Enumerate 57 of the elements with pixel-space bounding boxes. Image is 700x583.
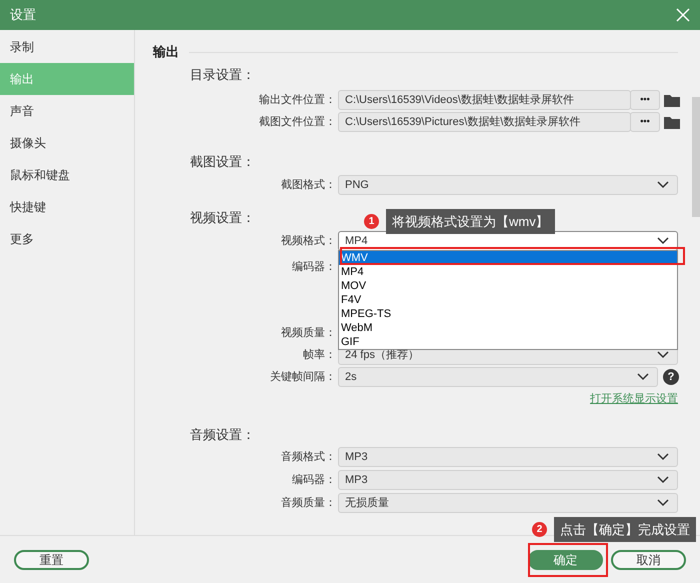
dropdown-option[interactable]: MP4 xyxy=(339,265,677,279)
field-label: 音频格式： xyxy=(280,450,337,465)
path-field[interactable]: C:\Users\16539\Pictures\数据蛙\数据蛙录屏软件 xyxy=(338,112,631,132)
sidebar-item[interactable]: 声音 xyxy=(0,95,134,127)
browse-button[interactable]: ••• xyxy=(630,112,660,132)
group-title: 音频设置： xyxy=(190,426,255,444)
dropdown-field[interactable]: MP3 xyxy=(338,470,678,490)
chevron-down-icon xyxy=(657,476,669,484)
chevron-down-icon xyxy=(637,373,649,381)
chevron-down-icon xyxy=(657,499,669,507)
group-title: 截图设置： xyxy=(190,153,255,172)
footer-button[interactable]: 取消 xyxy=(611,550,686,570)
help-button[interactable]: ? xyxy=(663,369,679,385)
browse-button[interactable]: ••• xyxy=(630,90,660,110)
window-title: 设置 xyxy=(10,6,36,24)
settings-link[interactable]: 打开系统显示设置 xyxy=(590,390,678,408)
field-label: 截图格式： xyxy=(280,178,337,193)
close-icon[interactable] xyxy=(676,8,690,22)
path-field[interactable]: C:\Users\16539\Videos\数据蛙\数据蛙录屏软件 xyxy=(338,90,631,110)
step-badge: 2 xyxy=(532,522,547,537)
dropdown-option[interactable]: F4V xyxy=(339,293,677,307)
step-badge: 1 xyxy=(364,214,379,229)
folder-icon[interactable] xyxy=(664,94,680,106)
sidebar-item[interactable]: 录制 xyxy=(0,31,134,63)
confirm-button[interactable]: 确定 xyxy=(528,550,603,570)
sidebar-item[interactable]: 更多 xyxy=(0,223,134,255)
field-label: 输出文件位置： xyxy=(258,92,337,108)
field-label: 编码器： xyxy=(291,472,337,488)
field-label: 视频质量： xyxy=(280,326,337,341)
sidebar-item[interactable]: 摄像头 xyxy=(0,127,134,159)
footer-button[interactable]: 重置 xyxy=(14,550,89,570)
sidebar-item[interactable]: 鼠标和键盘 xyxy=(0,159,134,191)
field-label: 截图文件位置： xyxy=(258,114,337,130)
chevron-down-icon xyxy=(657,453,669,461)
section-title: 输出 xyxy=(153,43,179,62)
dropdown-option[interactable]: WebM xyxy=(339,321,677,335)
chevron-down-icon xyxy=(657,237,669,245)
scrollbar-thumb[interactable] xyxy=(692,97,700,217)
dropdown-option[interactable]: MOV xyxy=(339,279,677,293)
folder-icon[interactable] xyxy=(664,116,680,128)
group-title: 视频设置： xyxy=(190,209,255,228)
field-label: 帧率： xyxy=(302,348,337,363)
field-label: 视频格式： xyxy=(280,234,337,249)
dropdown-field[interactable]: 无损质量 xyxy=(338,493,678,513)
dropdown-field[interactable]: MP3 xyxy=(338,447,678,467)
field-label: 编码器： xyxy=(291,260,337,275)
sidebar-item[interactable]: 快捷键 xyxy=(0,191,134,223)
field-label: 音频质量： xyxy=(280,496,337,511)
field-label: 关键帧间隔： xyxy=(269,370,337,385)
chevron-down-icon xyxy=(657,181,669,189)
chevron-down-icon xyxy=(657,351,669,359)
callout-tooltip: 将视频格式设置为【wmv】 xyxy=(386,209,555,234)
dropdown-field[interactable]: 2s xyxy=(338,367,658,387)
group-title: 目录设置： xyxy=(190,66,255,84)
callout-tooltip: 点击【确定】完成设置 xyxy=(554,517,696,542)
dropdown-option[interactable]: MPEG-TS xyxy=(339,307,677,321)
dropdown-field[interactable]: PNG xyxy=(338,175,678,195)
